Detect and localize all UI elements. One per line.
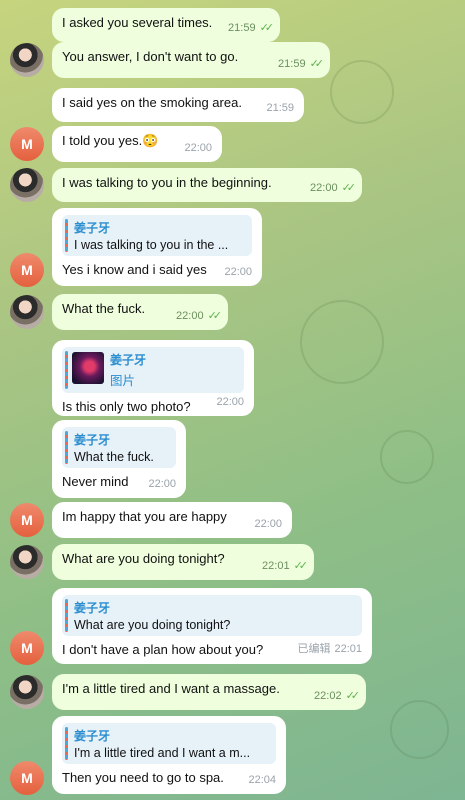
message-text: Im happy that you are happy [62, 509, 227, 524]
reply-quote[interactable]: 姜子牙 图片 [62, 347, 244, 393]
double-check-icon: ✓✓ [309, 58, 325, 70]
message-bubble[interactable]: What are you doing tonight? 22:01 ✓✓ [52, 544, 314, 580]
avatar[interactable] [10, 545, 44, 579]
message-time: 21:59 [266, 102, 294, 114]
quote-text: What the fuck. [74, 450, 154, 464]
message-meta: 22:00 ✓✓ [310, 181, 357, 194]
message-bubble[interactable]: 姜子牙 图片 Is this only two photo? 22:00 [52, 340, 254, 416]
background-doodle [380, 430, 434, 484]
quote-author: 姜子牙 [74, 601, 111, 615]
quote-text: What are you doing tonight? [74, 618, 231, 632]
message-time: 22:00 [176, 310, 204, 322]
message-time: 21:59 [228, 22, 256, 34]
message-bubble[interactable]: I asked you several times. 21:59 ✓✓ [52, 8, 280, 42]
double-check-icon: ✓✓ [207, 310, 223, 322]
quote-author: 姜子牙 [74, 729, 111, 743]
edited-label: 已编辑 [297, 643, 331, 655]
message-meta: 21:59 ✓✓ [278, 57, 325, 70]
reply-quote[interactable]: 姜子牙 What the fuck. [62, 427, 176, 468]
message-time: 22:04 [248, 774, 276, 786]
chat-window: I asked you several times. 21:59 ✓✓ You a… [0, 0, 465, 800]
avatar[interactable]: M [10, 127, 44, 161]
quote-author: 姜子牙 [74, 433, 111, 447]
avatar[interactable]: M [10, 503, 44, 537]
message-bubble[interactable]: Im happy that you are happy 22:00 [52, 502, 292, 538]
message-bubble[interactable]: What the fuck. 22:00 ✓✓ [52, 294, 228, 330]
reply-quote[interactable]: 姜子牙 I was talking to you in the ... [62, 215, 252, 256]
reply-quote[interactable]: 姜子牙 I'm a little tired and I want a m... [62, 723, 276, 764]
double-check-icon: ✓✓ [259, 22, 275, 34]
message-bubble[interactable]: You answer, I don't want to go. 21:59 ✓✓ [52, 42, 330, 78]
message-meta: 22:00 ✓✓ [176, 309, 223, 322]
message-meta: 22:01 ✓✓ [262, 559, 309, 572]
message-text: I was talking to you in the beginning. [62, 175, 272, 190]
message-bubble[interactable]: 姜子牙 What the fuck. Never mind 22:00 [52, 420, 186, 498]
avatar[interactable] [10, 295, 44, 329]
avatar[interactable]: M [10, 631, 44, 665]
message-bubble[interactable]: 姜子牙 What are you doing tonight? I don't … [52, 588, 372, 664]
avatar[interactable]: M [10, 761, 44, 795]
message-time: 22:00 [310, 182, 338, 194]
message-bubble[interactable]: I said yes on the smoking area. 21:59 [52, 88, 304, 122]
avatar[interactable] [10, 43, 44, 77]
message-time: 22:00 [184, 142, 212, 154]
double-check-icon: ✓✓ [341, 182, 357, 194]
message-time: 22:00 [148, 478, 176, 490]
double-check-icon: ✓✓ [345, 690, 361, 702]
avatar[interactable] [10, 168, 44, 202]
message-time: 21:59 [278, 58, 306, 70]
message-meta: 22:02 ✓✓ [314, 689, 361, 702]
message-time: 22:00 [216, 396, 244, 408]
double-check-icon: ✓✓ [293, 560, 309, 572]
message-meta: 21:59 ✓✓ [228, 21, 275, 34]
quote-text: I'm a little tired and I want a m... [74, 746, 251, 760]
background-doodle [330, 60, 394, 124]
background-doodle [300, 300, 384, 384]
message-time: 22:00 [254, 518, 282, 530]
photo-thumbnail [72, 352, 104, 384]
message-bubble[interactable]: I was talking to you in the beginning. 2… [52, 168, 362, 202]
quote-text: I was talking to you in the ... [74, 238, 229, 252]
avatar[interactable]: M [10, 253, 44, 287]
message-bubble[interactable]: I told you yes.😳 22:00 [52, 126, 222, 162]
message-bubble[interactable]: 姜子牙 I was talking to you in the ... Yes … [52, 208, 262, 286]
avatar[interactable] [10, 675, 44, 709]
message-time: 22:00 [224, 266, 252, 278]
quote-author: 姜子牙 [110, 353, 147, 367]
quote-text: 图片 [110, 374, 136, 388]
message-meta: 已编辑 22:01 [297, 640, 362, 656]
message-bubble[interactable]: I'm a little tired and I want a massage.… [52, 674, 366, 710]
message-text: I said yes on the smoking area. [62, 95, 242, 110]
message-time: 22:02 [314, 690, 342, 702]
background-doodle [390, 700, 449, 759]
message-bubble[interactable]: 姜子牙 I'm a little tired and I want a m...… [52, 716, 286, 794]
quote-author: 姜子牙 [74, 221, 111, 235]
message-text: Then you need to go to spa. [62, 770, 224, 785]
message-text: I'm a little tired and I want a massage. [62, 681, 280, 696]
reply-quote[interactable]: 姜子牙 What are you doing tonight? [62, 595, 362, 636]
message-time: 22:01 [334, 643, 362, 655]
message-time: 22:01 [262, 560, 290, 572]
